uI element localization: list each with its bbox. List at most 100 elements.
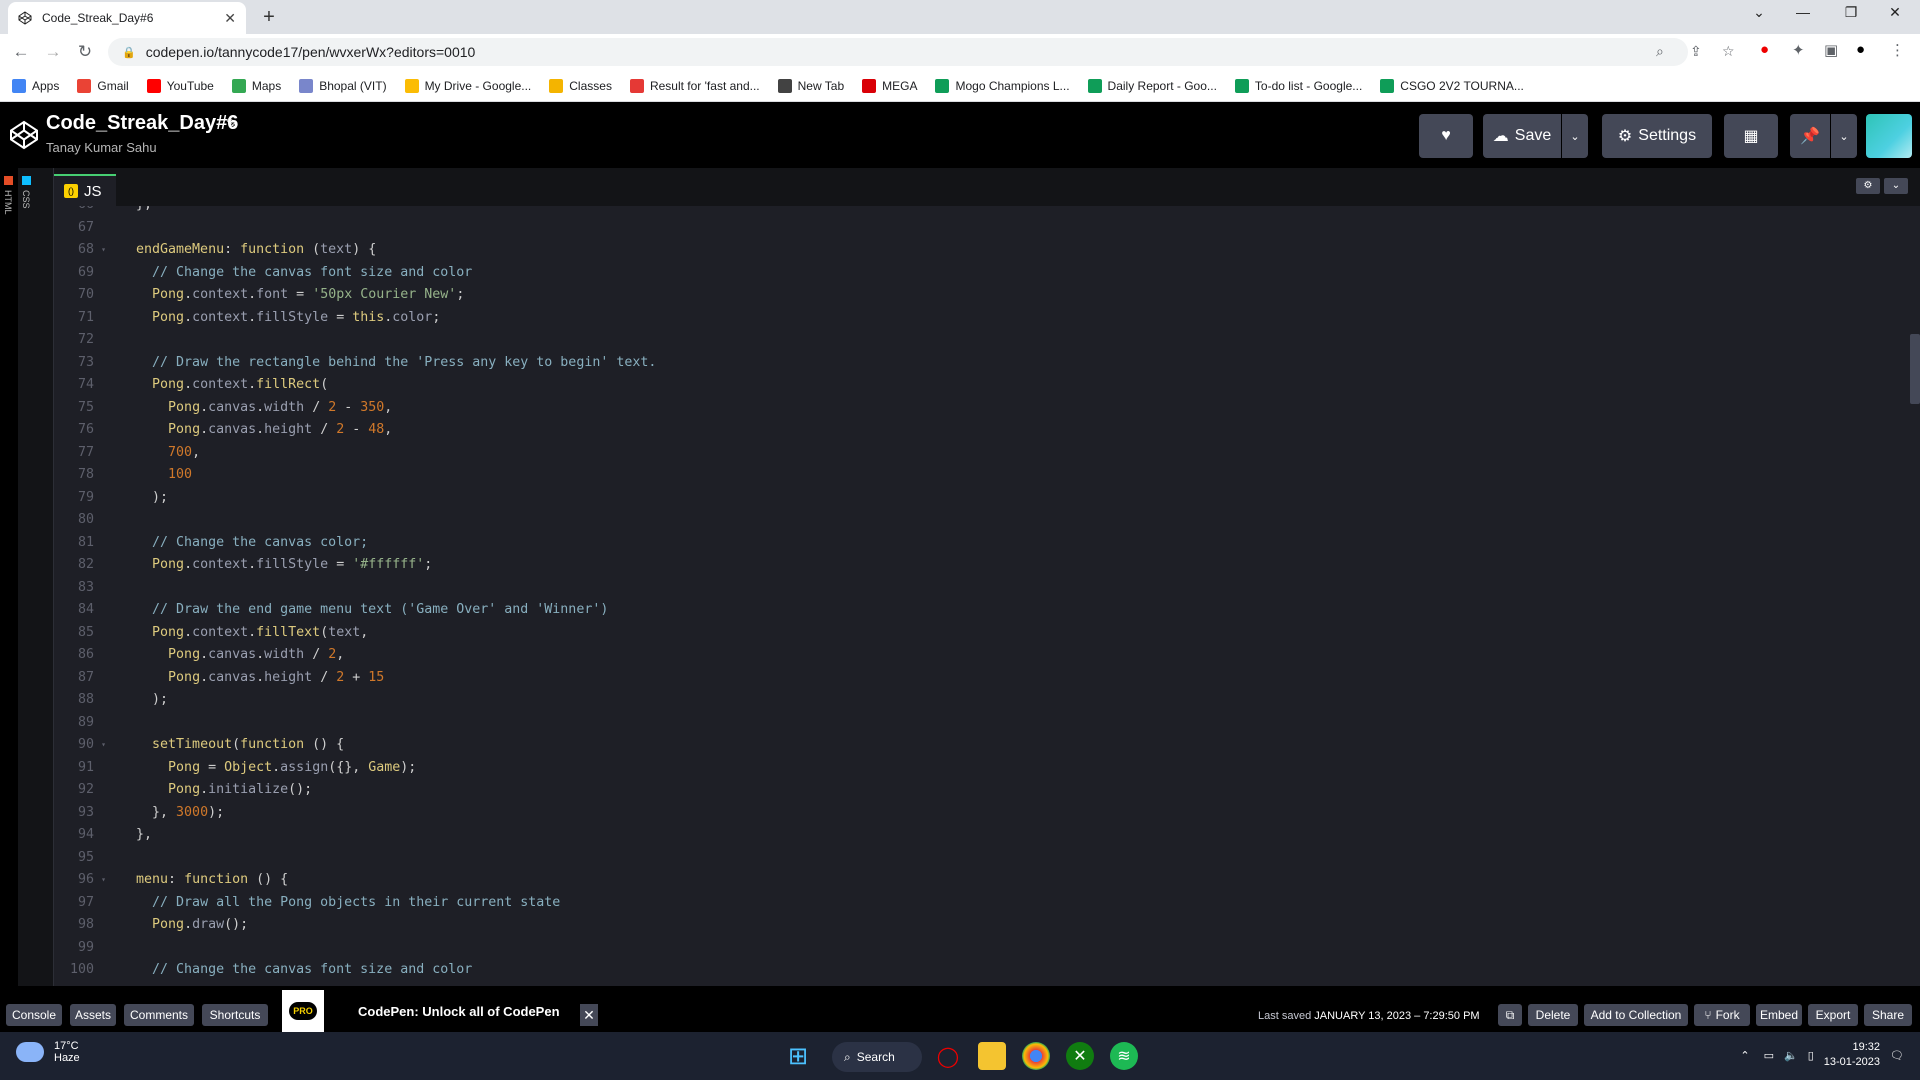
bookmark-favicon-icon	[299, 78, 314, 93]
windows-start-icon[interactable]: ⊞	[784, 1042, 812, 1070]
share-icon[interactable]: ⇪	[1690, 43, 1702, 60]
network-icon[interactable]: ▭	[1764, 1049, 1774, 1062]
js-code-editor[interactable]: 66 },6768▾ endGameMenu: function (text) …	[54, 206, 1920, 986]
taskbar-search[interactable]: ⌕ Search	[832, 1042, 922, 1072]
bookmark-item[interactable]: Daily Report - Goo...	[1087, 78, 1217, 93]
bookmark-item[interactable]: Apps	[12, 78, 59, 93]
code-token: );	[208, 804, 225, 820]
line-number: 69	[77, 264, 94, 280]
code-token: ;	[432, 309, 441, 325]
profile-icon[interactable]: ●	[1856, 41, 1865, 58]
export-button[interactable]: Export	[1808, 1004, 1858, 1026]
file-explorer-icon[interactable]	[978, 1042, 1006, 1070]
weather-widget[interactable]: 17°C Haze	[16, 1040, 80, 1064]
bookmark-item[interactable]: My Drive - Google...	[404, 78, 531, 93]
notification-icon[interactable]: 🗨	[1890, 1049, 1904, 1062]
bookmark-item[interactable]: Mogo Champions L...	[935, 78, 1070, 93]
reload-icon[interactable]: ↻	[74, 42, 96, 62]
embed-button[interactable]: Embed	[1756, 1004, 1802, 1026]
open-external-icon[interactable]: ⧉	[1498, 1004, 1522, 1026]
code-line: 100 // Change the canvas font size and c…	[54, 959, 1904, 982]
fold-arrow-icon[interactable]: ▾	[101, 734, 106, 757]
edit-title-pencil-icon[interactable]: ✎	[226, 115, 238, 132]
line-number: 67	[77, 219, 94, 235]
tab-search-button[interactable]: ⌄	[1744, 4, 1774, 21]
bookmark-item[interactable]: Bhopal (VIT)	[299, 78, 387, 93]
pro-promo-banner[interactable]: PRO CodePen: Unlock all of CodePen	[282, 990, 582, 1032]
css-editor-tab[interactable]: CSS	[21, 190, 31, 209]
bookmark-item[interactable]: To-do list - Google...	[1234, 78, 1362, 93]
delete-button[interactable]: Delete	[1528, 1004, 1578, 1026]
line-number: 80	[77, 512, 94, 527]
spotify-icon[interactable]: ≋	[1110, 1042, 1138, 1070]
bookmark-favicon-icon	[935, 78, 950, 93]
code-token: Pong	[168, 422, 201, 437]
tab-close-icon[interactable]: ✕	[224, 10, 236, 27]
line-number: 72	[77, 332, 94, 347]
shortcuts-button[interactable]: Shortcuts	[202, 1004, 268, 1026]
code-token: width	[264, 647, 305, 662]
bookmark-favicon-icon	[629, 78, 644, 93]
opera-extension-icon[interactable]: ●	[1760, 41, 1769, 58]
promo-close-icon[interactable]: ✕	[580, 1004, 598, 1026]
bookmark-item[interactable]: Gmail	[77, 78, 129, 93]
battery-icon[interactable]: ▯	[1808, 1049, 1814, 1062]
js-editor-tab[interactable]: () JS	[54, 174, 116, 206]
code-token: initialize	[208, 782, 289, 797]
fold-arrow-icon[interactable]: ▾	[101, 869, 106, 892]
pin-button[interactable]: 📌	[1790, 114, 1830, 158]
clock[interactable]: 19:32 13-01-2023	[1824, 1040, 1880, 1070]
bookmark-item[interactable]: YouTube	[146, 78, 214, 93]
save-options-chevron-icon[interactable]: ⌄	[1562, 114, 1588, 158]
back-icon[interactable]: ←	[10, 42, 32, 62]
bookmark-item[interactable]: CSGO 2V2 TOURNA...	[1380, 78, 1524, 93]
extensions-icon[interactable]: ✦	[1792, 41, 1805, 59]
share-button[interactable]: Share	[1864, 1004, 1912, 1026]
forward-icon[interactable]: →	[42, 42, 64, 62]
codepen-logo-icon[interactable]	[8, 119, 40, 151]
code-token: ) {	[352, 242, 377, 257]
pen-title[interactable]: Code_Streak_Day#6	[46, 112, 238, 135]
code-line: 66 },	[54, 206, 1904, 217]
address-bar[interactable]: 🔒 codepen.io/tannycode17/pen/wvxerWx?edi…	[108, 38, 1688, 66]
code-token: endGameMenu	[136, 242, 225, 257]
editor-collapse-chevron-icon[interactable]: ⌄	[1884, 178, 1908, 194]
editor-scrollbar[interactable]	[1910, 334, 1920, 404]
bookmark-item[interactable]: Classes	[549, 78, 612, 93]
browser-menu-icon[interactable]: ⋮	[1890, 41, 1905, 59]
html-editor-tab[interactable]: HTML	[3, 190, 13, 215]
bookmark-star-icon[interactable]: ☆	[1722, 43, 1735, 60]
editor-settings-gear-icon[interactable]: ⚙	[1856, 178, 1880, 194]
bookmark-item[interactable]: MEGA	[862, 78, 917, 93]
change-view-button[interactable]: ▦	[1724, 114, 1778, 158]
new-tab-button[interactable]: +	[256, 6, 282, 28]
volume-icon[interactable]: 🔈	[1784, 1049, 1798, 1062]
pin-options-chevron-icon[interactable]: ⌄	[1831, 114, 1857, 158]
fork-button[interactable]: ⑂ Fork	[1694, 1004, 1750, 1026]
zoom-icon[interactable]: ⌕	[1656, 43, 1664, 60]
tray-chevron-icon[interactable]: ⌃	[1740, 1049, 1749, 1062]
bookmark-item[interactable]: New Tab	[777, 78, 844, 93]
line-number: 90 ▾	[54, 734, 106, 757]
side-panel-icon[interactable]: ▣	[1824, 41, 1838, 59]
bookmark-item[interactable]: Result for 'fast and...	[629, 78, 760, 93]
restore-button[interactable]: ❐	[1836, 4, 1866, 21]
line-number: 87	[77, 669, 94, 685]
pen-author[interactable]: Tanay Kumar Sahu	[46, 140, 157, 155]
opera-icon[interactable]: ◯	[934, 1042, 962, 1070]
xbox-icon[interactable]: ✕	[1066, 1042, 1094, 1070]
browser-tab-active[interactable]: Code_Streak_Day#6 ✕	[8, 2, 246, 34]
minimize-button[interactable]: —	[1788, 4, 1818, 20]
love-button[interactable]: ♥	[1419, 114, 1473, 158]
add-to-collection-button[interactable]: Add to Collection	[1584, 1004, 1688, 1026]
console-button[interactable]: Console	[6, 1004, 62, 1026]
comments-button[interactable]: Comments	[124, 1004, 194, 1026]
bookmark-item[interactable]: Maps	[231, 78, 281, 93]
chrome-icon[interactable]	[1022, 1042, 1050, 1070]
save-button[interactable]: ☁ Save	[1483, 114, 1561, 158]
user-avatar[interactable]	[1866, 114, 1912, 158]
close-window-button[interactable]: ✕	[1880, 4, 1910, 21]
fold-arrow-icon[interactable]: ▾	[101, 239, 106, 262]
settings-button[interactable]: ⚙ Settings	[1602, 114, 1712, 158]
assets-button[interactable]: Assets	[70, 1004, 116, 1026]
